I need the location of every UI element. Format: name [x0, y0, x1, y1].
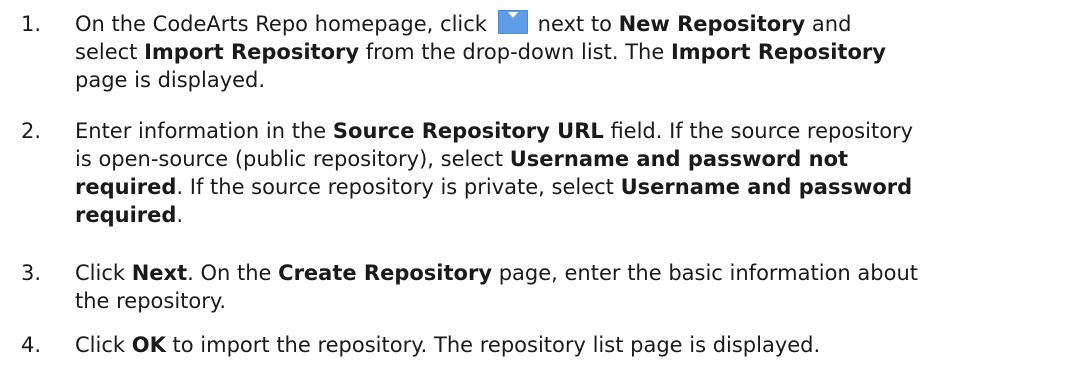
text-segment: next to	[537, 12, 612, 36]
step-line: On the CodeArts Repo homepage, click nex…	[75, 10, 1075, 38]
step-line: the repository.	[75, 287, 1075, 315]
text-segment: is open-source (public repository), sele…	[75, 147, 504, 171]
text-segment: page, enter the basic information about	[498, 261, 918, 285]
document-page: 1. On the CodeArts Repo homepage, click …	[0, 0, 1084, 374]
text-segment: to import the repository. The repository…	[172, 333, 821, 357]
step-line: required.	[75, 201, 1075, 229]
text-segment: . If the source repository is private, s…	[176, 175, 614, 199]
ui-term-new-repository: New Repository	[618, 12, 806, 36]
step-text: Click OK to import the repository. The r…	[75, 331, 1075, 359]
step-line: required. If the source repository is pr…	[75, 173, 1075, 201]
ui-term-next: Next	[131, 261, 188, 285]
step-line: Enter information in the Source Reposito…	[75, 117, 1075, 145]
ui-term-create-repository: Create Repository	[278, 261, 493, 285]
step-line: Click Next. On the Create Repository pag…	[75, 259, 1075, 287]
ui-term-credentials-required-cont: required	[75, 203, 177, 227]
step-number: 3.	[21, 261, 42, 285]
step-line: Click OK to import the repository. The r…	[75, 331, 1075, 359]
step-number: 1.	[21, 12, 42, 36]
text-segment: Click	[75, 261, 126, 285]
ui-term-import-repository: Import Repository	[144, 40, 360, 64]
text-segment: .	[176, 203, 184, 227]
ui-term-credentials-not-required-cont: required	[75, 175, 177, 199]
step-text: Enter information in the Source Reposito…	[75, 117, 1075, 229]
text-segment: field. If the source repository	[610, 119, 914, 143]
text-segment: and	[811, 12, 852, 36]
step-line: is open-source (public repository), sele…	[75, 145, 1075, 173]
text-segment: page is displayed.	[75, 68, 266, 92]
text-segment: Click	[75, 333, 126, 357]
ui-term-import-repository-page: Import Repository	[670, 40, 886, 64]
ui-term-credentials-not-required: Username and password not	[509, 147, 849, 171]
dropdown-arrow-icon[interactable]	[497, 10, 528, 34]
text-segment: select	[75, 40, 138, 64]
step-text: Click Next. On the Create Repository pag…	[75, 259, 1075, 315]
step-text: On the CodeArts Repo homepage, click nex…	[75, 10, 1075, 94]
step-line: select Import Repository from the drop-d…	[75, 38, 1075, 66]
ui-term-source-repository-url: Source Repository URL	[332, 119, 604, 143]
ui-term-ok: OK	[131, 333, 166, 357]
text-segment: Enter information in the	[75, 119, 327, 143]
text-segment: On the CodeArts Repo homepage, click	[75, 12, 487, 36]
text-segment: . On the	[187, 261, 272, 285]
step-number: 4.	[21, 333, 42, 357]
ui-term-credentials-required: Username and password	[620, 175, 913, 199]
text-segment: the repository.	[75, 289, 227, 313]
text-segment: from the drop-down list. The	[365, 40, 665, 64]
step-number: 2.	[21, 119, 42, 143]
step-line: page is displayed.	[75, 66, 1075, 94]
